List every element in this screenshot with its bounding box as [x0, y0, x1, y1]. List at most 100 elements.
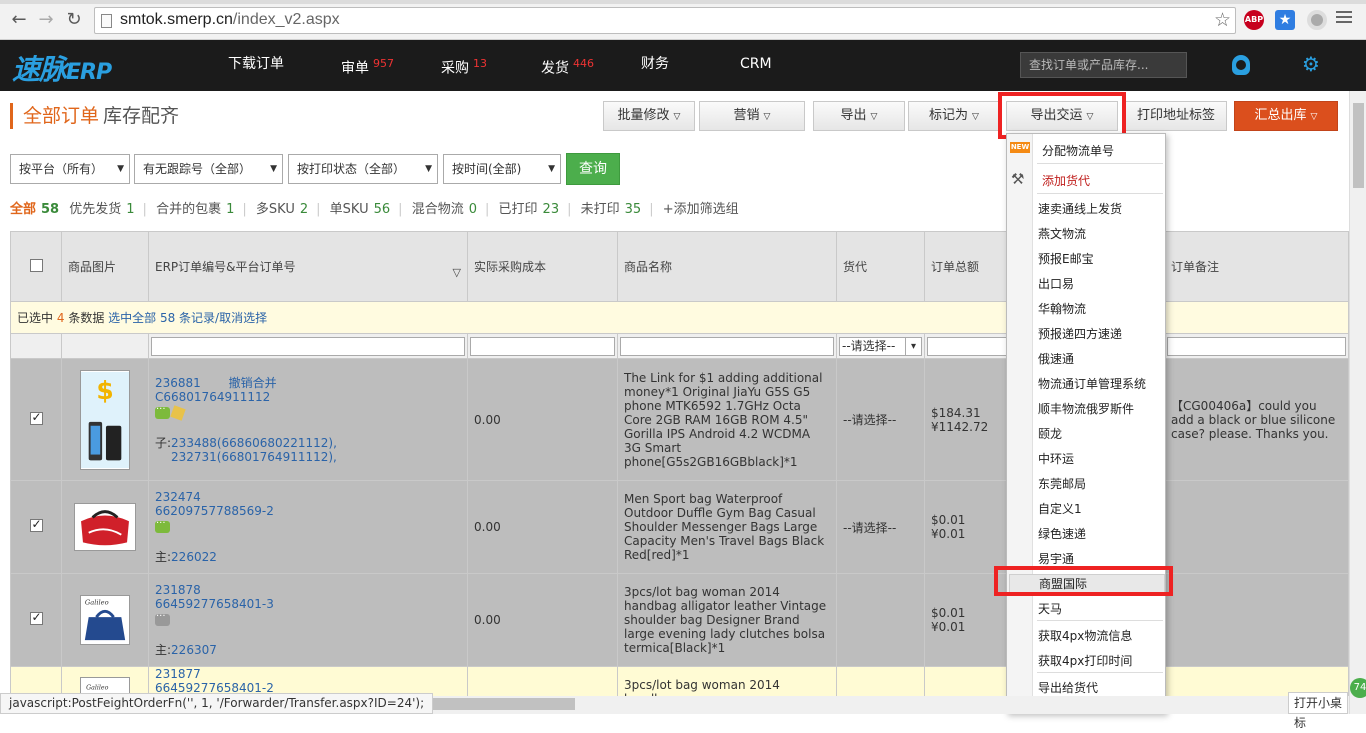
product-name-cell: 3pcs/lot bag woman 2014 handbag alligato… — [617, 573, 837, 667]
child-order-link[interactable]: 232731(66801764911112), — [171, 450, 337, 464]
erp-order-link[interactable]: 231878 — [155, 583, 201, 597]
menu-item-eub[interactable]: 预报E邮宝 — [1038, 250, 1094, 267]
order-no-filter-input[interactable] — [151, 336, 465, 356]
erp-order-link[interactable]: 236881 — [155, 376, 201, 390]
main-order-link[interactable]: 226022 — [171, 550, 217, 564]
erp-order-link[interactable]: 232474 — [155, 490, 201, 504]
bookmark-star-icon[interactable]: ☆ — [1214, 9, 1231, 31]
menu-item-dongguan-post[interactable]: 东莞邮局 — [1038, 475, 1086, 492]
forwarder-cell[interactable]: --请选择-- — [836, 358, 925, 481]
add-filter-group-link[interactable]: +添加筛选组 — [663, 202, 739, 217]
nav-download-orders[interactable]: 下载订单 — [228, 40, 284, 91]
row-checkbox[interactable] — [29, 517, 43, 532]
child-order-link[interactable]: 233488(66860680221112), — [171, 436, 337, 450]
shipping-count-badge: 446 — [573, 57, 594, 70]
adblock-icon[interactable]: ABP — [1244, 10, 1264, 30]
nav-purchase[interactable]: 采购 13 — [441, 40, 487, 91]
quick-filter-merged[interactable]: 合并的包裹 1 — [156, 198, 240, 217]
menu-item-yiyutong[interactable]: 易宇通 — [1038, 550, 1074, 567]
browser-menu-icon[interactable] — [1336, 11, 1352, 27]
platform-filter[interactable]: 按平台（所有） ▼ — [10, 154, 130, 184]
export-button[interactable]: 导出 ▽ — [813, 101, 905, 131]
name-filter-input[interactable] — [620, 336, 834, 356]
tab-strip — [0, 0, 1366, 4]
menu-item-4px-print-time[interactable]: 获取4px打印时间 — [1038, 652, 1132, 669]
vertical-scrollbar[interactable] — [1349, 91, 1366, 714]
menu-item-wuliutong[interactable]: 物流通订单管理系统 — [1038, 375, 1146, 392]
print-label-button[interactable]: 打印地址标签 — [1125, 101, 1227, 131]
menu-item-assign-tracking[interactable]: 分配物流单号 — [1042, 142, 1114, 159]
row-checkbox[interactable] — [29, 410, 43, 425]
menu-item-sf-russia[interactable]: 顺丰物流俄罗斯件 — [1038, 400, 1134, 417]
menu-item-4px[interactable]: 预报递四方速递 — [1038, 325, 1122, 342]
menu-item-esutong[interactable]: 俄速通 — [1038, 350, 1074, 367]
extension-icon[interactable] — [1307, 10, 1327, 30]
menu-item-green-express[interactable]: 绿色速递 — [1038, 525, 1086, 542]
time-filter[interactable]: 按时间(全部) ▼ — [443, 154, 561, 184]
nav-crm[interactable]: CRM — [740, 40, 772, 91]
batch-edit-button[interactable]: 批量修改 ▽ — [603, 101, 695, 131]
message-icon[interactable] — [155, 517, 170, 533]
nav-review[interactable]: 审单 957 — [341, 40, 394, 91]
forwarder-cell[interactable]: --请选择-- — [836, 480, 925, 574]
platform-order-link[interactable]: 66459277658401-3 — [155, 597, 274, 611]
global-search-input[interactable]: 查找订单或产品库存... — [1020, 52, 1187, 78]
menu-item-4px-tracking[interactable]: 获取4px物流信息 — [1038, 627, 1132, 644]
quick-filter-all[interactable]: 全部 58 — [10, 198, 65, 217]
open-desktop-button[interactable]: 打开小桌标 — [1288, 692, 1348, 730]
menu-item-add-forwarder[interactable]: 添加货代 — [1042, 172, 1090, 189]
message-icon[interactable] — [155, 403, 170, 419]
main-order-link[interactable]: 226307 — [171, 643, 217, 657]
quick-filter-single-sku[interactable]: 单SKU 56 — [330, 198, 397, 217]
undo-merge-link[interactable]: 撤销合并 — [229, 376, 277, 390]
select-all-records-link[interactable]: 选中全部 58 条记录/取消选择 — [108, 311, 267, 325]
sort-icon[interactable]: ▽ — [453, 266, 461, 279]
quick-filter-printed[interactable]: 已打印 23 — [499, 198, 566, 217]
remark-filter-input[interactable] — [1167, 336, 1346, 356]
forward-icon[interactable]: → — [35, 9, 57, 31]
platform-order-link[interactable]: 66209757788569-2 — [155, 504, 274, 518]
erp-order-link[interactable]: 231877 — [155, 668, 201, 682]
back-icon[interactable]: ← — [8, 9, 30, 31]
menu-item-zhonghuanyun[interactable]: 中环运 — [1038, 450, 1074, 467]
notification-badge[interactable]: 74 — [1350, 678, 1366, 698]
cost-filter-input[interactable] — [470, 336, 615, 356]
tracking-filter[interactable]: 有无跟踪号（全部） ▼ — [134, 154, 283, 184]
gear-icon[interactable]: ⚙ — [1302, 52, 1320, 76]
menu-item-tianma[interactable]: 天马 — [1038, 600, 1062, 617]
forwarder-filter-select[interactable]: --请选择-- — [839, 336, 922, 356]
print-status-filter[interactable]: 按打印状态（全部） ▼ — [288, 154, 438, 184]
summary-out-button[interactable]: 汇总出库 ▽ — [1234, 101, 1338, 131]
query-button[interactable]: 查询 — [566, 153, 620, 185]
app-logo[interactable]: 速脉ERP — [12, 48, 112, 88]
bookmark-ext-icon[interactable]: ★ — [1275, 10, 1295, 30]
nav-finance[interactable]: 财务 — [641, 40, 669, 91]
mark-as-button[interactable]: 标记为 ▽ — [908, 101, 1000, 131]
forwarder-cell[interactable] — [836, 573, 925, 667]
menu-item-huahan[interactable]: 华翰物流 — [1038, 300, 1086, 317]
menu-item-yilong[interactable]: 颐龙 — [1038, 425, 1062, 442]
note-icon[interactable] — [170, 404, 186, 421]
menu-item-custom1[interactable]: 自定义1 — [1038, 500, 1082, 517]
select-all-checkbox[interactable] — [29, 258, 43, 272]
menu-item-aliexpress-online[interactable]: 速卖通线上发货 — [1038, 200, 1122, 217]
quick-filter-priority[interactable]: 优先发货 1 — [69, 198, 140, 217]
col-header-order-no[interactable]: ERP订单编号&平台订单号 ▽ — [148, 231, 468, 302]
platform-order-link[interactable]: C66801764911112 — [155, 390, 270, 404]
message-icon[interactable] — [155, 610, 170, 626]
marketing-button[interactable]: 营销 ▽ — [699, 101, 805, 131]
quick-filter-mixed-logistics[interactable]: 混合物流 0 — [412, 198, 483, 217]
purchase-count-badge: 13 — [473, 57, 487, 70]
nav-shipping[interactable]: 发货 446 — [541, 40, 594, 91]
menu-item-export-to-forwarder[interactable]: 导出给货代 — [1038, 679, 1098, 696]
chevron-down-icon: ▽ — [1310, 112, 1318, 122]
row-checkbox[interactable] — [29, 610, 43, 625]
menu-item-yanwen[interactable]: 燕文物流 — [1038, 225, 1086, 242]
menu-item-chukou1[interactable]: 出口易 — [1038, 275, 1074, 292]
chevron-down-icon: ▽ — [972, 112, 979, 122]
quick-filter-multi-sku[interactable]: 多SKU 2 — [256, 198, 314, 217]
quick-filter-unprinted[interactable]: 未打印 35 — [581, 198, 648, 217]
address-bar[interactable]: smtok.smerp.cn/index_v2.aspx ☆ — [94, 7, 1236, 34]
reload-icon[interactable]: ↻ — [63, 9, 85, 31]
qq-icon[interactable] — [1232, 55, 1250, 75]
